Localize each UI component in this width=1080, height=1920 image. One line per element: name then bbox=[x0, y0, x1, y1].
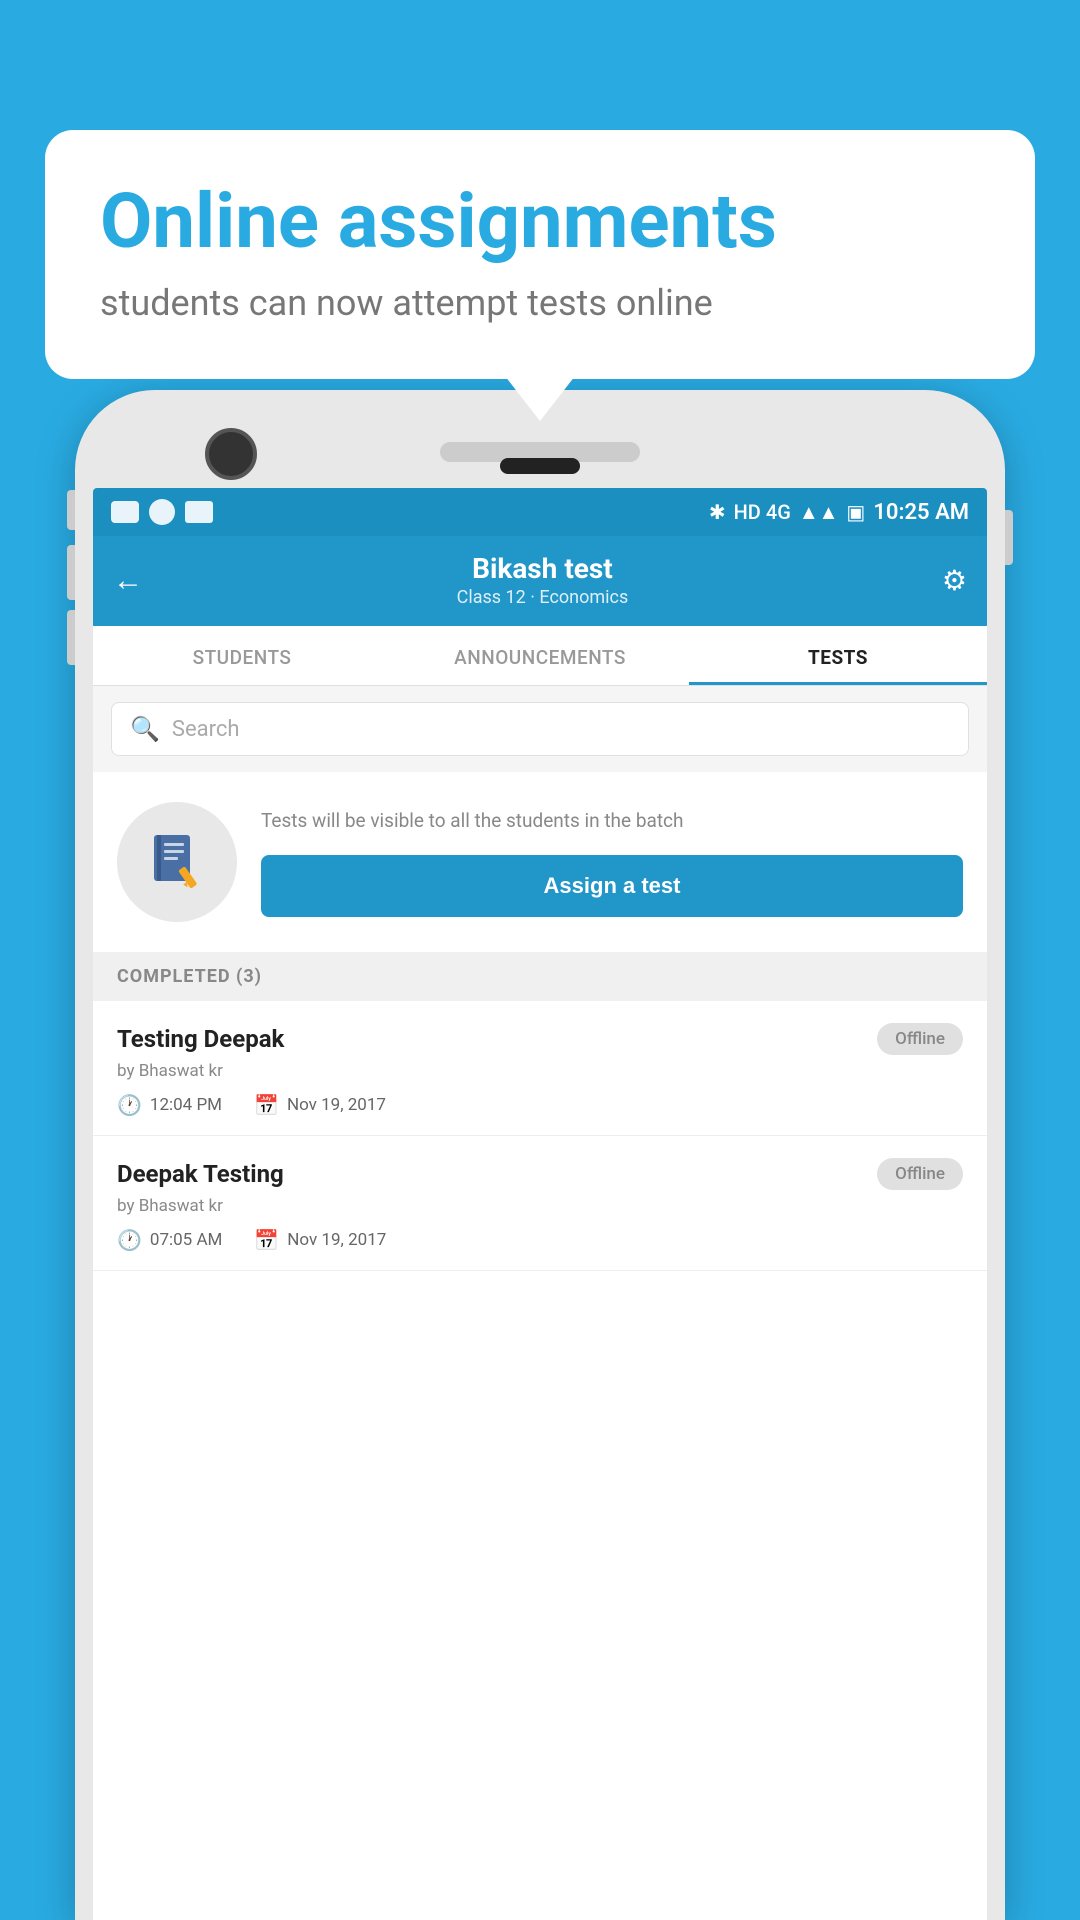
phone-side-btn-right bbox=[1005, 510, 1013, 565]
header-title: Bikash test bbox=[457, 552, 629, 585]
assign-test-button[interactable]: Assign a test bbox=[261, 855, 963, 917]
test-name: Testing Deepak bbox=[117, 1025, 284, 1053]
phone-screen: ✱ HD 4G ▲▲ ▣ 10:25 AM ← Bikash test Clas… bbox=[93, 488, 987, 1920]
test-date: 📅 Nov 19, 2017 bbox=[254, 1093, 386, 1117]
test-meta: 🕐 07:05 AM 📅 Nov 19, 2017 bbox=[117, 1228, 963, 1252]
search-box[interactable]: 🔍 Search bbox=[111, 702, 969, 756]
bubble-subtitle: students can now attempt tests online bbox=[100, 282, 980, 324]
test-icon-circle bbox=[117, 802, 237, 922]
tab-tests[interactable]: TESTS bbox=[689, 626, 987, 685]
bubble-title: Online assignments bbox=[100, 180, 980, 264]
signal-bars: ▲▲ bbox=[799, 500, 839, 525]
search-placeholder: Search bbox=[172, 717, 240, 742]
notebook-icon bbox=[146, 831, 208, 893]
test-time: 🕐 12:04 PM bbox=[117, 1093, 222, 1117]
header-subtitle: Class 12 · Economics bbox=[457, 587, 629, 608]
settings-button[interactable]: ⚙ bbox=[942, 564, 967, 597]
test-item-header: Deepak Testing Offline bbox=[117, 1158, 963, 1190]
battery-icon: ▣ bbox=[846, 500, 865, 524]
back-button[interactable]: ← bbox=[113, 563, 143, 598]
offline-badge: Offline bbox=[877, 1023, 963, 1055]
whatsapp-icon bbox=[149, 499, 175, 525]
test-item-header: Testing Deepak Offline bbox=[117, 1023, 963, 1055]
bluetooth-icon: ✱ bbox=[709, 500, 726, 524]
test-name: Deepak Testing bbox=[117, 1160, 284, 1188]
status-bar: ✱ HD 4G ▲▲ ▣ 10:25 AM bbox=[93, 488, 987, 536]
assign-info-text: Tests will be visible to all the student… bbox=[261, 807, 963, 836]
status-time: 10:25 AM bbox=[873, 500, 969, 525]
test-meta: 🕐 12:04 PM 📅 Nov 19, 2017 bbox=[117, 1093, 963, 1117]
status-icons-right: ✱ HD 4G ▲▲ ▣ 10:25 AM bbox=[709, 500, 969, 525]
test-time: 🕐 07:05 AM bbox=[117, 1228, 222, 1252]
hd-4g-label: HD 4G bbox=[734, 500, 791, 524]
test-author: by Bhaswat kr bbox=[117, 1061, 963, 1081]
phone-front-sensor bbox=[500, 458, 580, 474]
assign-section: Tests will be visible to all the student… bbox=[93, 772, 987, 952]
tabs-bar: STUDENTS ANNOUNCEMENTS TESTS bbox=[93, 626, 987, 686]
phone-camera bbox=[205, 428, 257, 480]
calendar-icon: 📅 bbox=[254, 1093, 279, 1117]
clock-icon: 🕐 bbox=[117, 1228, 142, 1252]
header-center: Bikash test Class 12 · Economics bbox=[457, 552, 629, 608]
test-item: Deepak Testing Offline by Bhaswat kr 🕐 0… bbox=[93, 1136, 987, 1271]
test-date: 📅 Nov 19, 2017 bbox=[254, 1228, 386, 1252]
gallery-icon bbox=[185, 501, 213, 523]
search-icon: 🔍 bbox=[130, 715, 160, 743]
phone-side-btn-left3 bbox=[67, 610, 75, 665]
app-icon-1 bbox=[111, 501, 139, 523]
offline-badge: Offline bbox=[877, 1158, 963, 1190]
completed-section-header: COMPLETED (3) bbox=[93, 952, 987, 1001]
phone-side-btn-left1 bbox=[67, 490, 75, 530]
app-header: ← Bikash test Class 12 · Economics ⚙ bbox=[93, 536, 987, 626]
test-author: by Bhaswat kr bbox=[117, 1196, 963, 1216]
status-icons-left bbox=[111, 499, 213, 525]
test-item: Testing Deepak Offline by Bhaswat kr 🕐 1… bbox=[93, 1001, 987, 1136]
tab-announcements[interactable]: ANNOUNCEMENTS bbox=[391, 626, 689, 685]
search-container: 🔍 Search bbox=[93, 686, 987, 772]
tab-students[interactable]: STUDENTS bbox=[93, 626, 391, 685]
phone-shell: ✱ HD 4G ▲▲ ▣ 10:25 AM ← Bikash test Clas… bbox=[75, 390, 1005, 1920]
clock-icon: 🕐 bbox=[117, 1093, 142, 1117]
speech-bubble: Online assignments students can now atte… bbox=[45, 130, 1035, 379]
calendar-icon: 📅 bbox=[254, 1228, 279, 1252]
phone-side-btn-left2 bbox=[67, 545, 75, 600]
assign-right: Tests will be visible to all the student… bbox=[261, 807, 963, 918]
